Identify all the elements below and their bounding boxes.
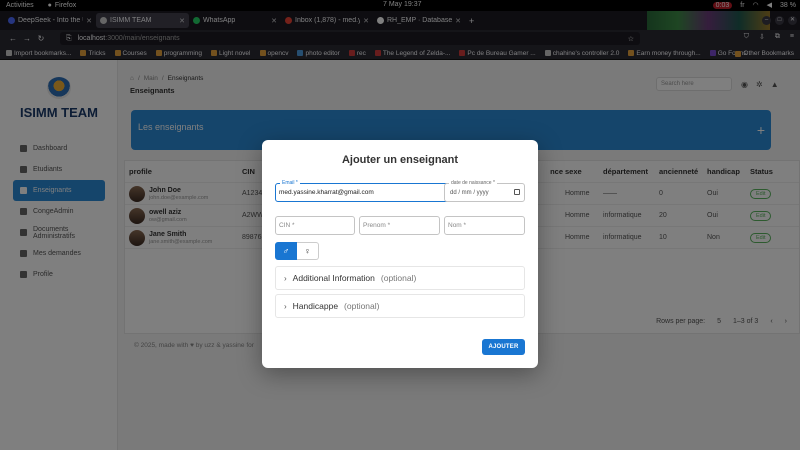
additional-info-accordion[interactable]: › Additional Information (optional) [275, 266, 525, 290]
male-icon: ♂ [282, 246, 290, 256]
accordion-title: Additional Information [292, 273, 375, 283]
accordion-optional: (optional) [380, 273, 417, 283]
email-input[interactable] [279, 189, 445, 196]
male-toggle-button[interactable]: ♂ [275, 242, 297, 260]
prenom-input[interactable] [363, 222, 434, 229]
birthdate-label: date de naissance * [449, 180, 497, 187]
cin-field[interactable] [275, 216, 355, 235]
nom-field[interactable] [444, 216, 525, 235]
calendar-icon[interactable] [514, 189, 520, 195]
dialog-title: Ajouter un enseignant [341, 154, 459, 166]
accordion-title: Handicappe [292, 301, 339, 311]
handicap-accordion[interactable]: › Handicappe (optional) [275, 294, 525, 318]
submit-button[interactable]: AJOUTER [482, 339, 525, 355]
add-teacher-dialog: Ajouter un enseignant Email * date de na… [262, 140, 538, 368]
female-icon: ♀ [304, 246, 311, 256]
gender-toggle: ♂ ♀ [275, 242, 319, 260]
email-field[interactable]: Email * [275, 180, 451, 202]
accordion-optional: (optional) [344, 301, 380, 311]
female-toggle-button[interactable]: ♀ [297, 242, 319, 260]
chevron-right-icon: › [284, 273, 287, 283]
birthdate-field[interactable]: date de naissance * dd / mm / yyyy [444, 180, 525, 202]
prenom-field[interactable] [359, 216, 440, 235]
email-label: Email * [280, 180, 300, 187]
cin-input[interactable] [279, 222, 349, 229]
nom-input[interactable] [448, 222, 519, 229]
chevron-right-icon: › [284, 301, 287, 311]
birthdate-value: dd / mm / yyyy [450, 190, 489, 196]
